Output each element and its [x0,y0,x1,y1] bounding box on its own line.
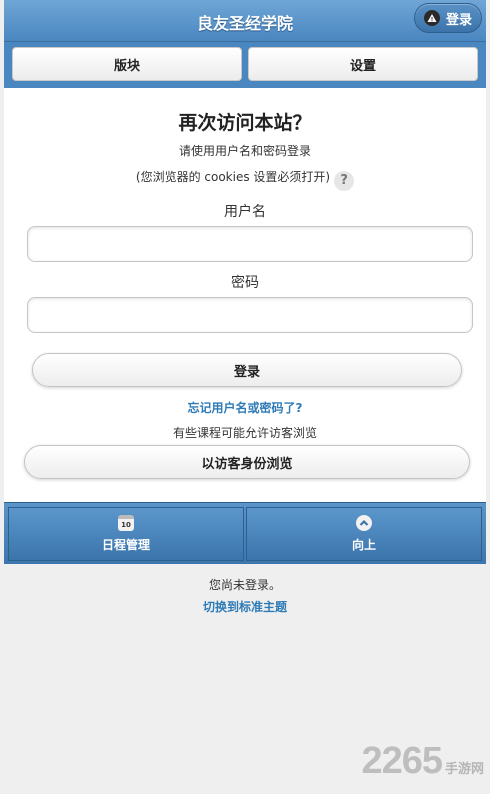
warning-icon [423,10,440,26]
chevron-up-icon [356,515,372,531]
scroll-up-button[interactable]: 向上 [246,507,482,561]
forgot-password-link[interactable]: 忘记用户名或密码了? [4,399,486,416]
watermark: 2265 手游网 [361,740,484,783]
header-login-label: 登录 [445,12,472,28]
switch-theme-link[interactable]: 切换到标准主题 [0,598,490,615]
footer-navbar: 10 日程管理 向上 [4,502,486,564]
top-navbar: 版块 设置 [4,42,486,88]
cookies-note-row: (您浏览器的 cookies 设置必须打开)? [4,168,486,191]
watermark-number: 2265 [361,740,443,782]
username-label: 用户名 [224,204,266,220]
calendar-label: 日程管理 [101,538,150,552]
password-label: 密码 [231,275,259,291]
cookies-note: (您浏览器的 cookies 设置必须打开) [135,170,331,184]
calendar-icon: 10 [118,515,134,531]
scroll-up-label: 向上 [351,538,376,552]
header-login-button[interactable]: 登录 [414,3,482,33]
watermark-suffix: 手游网 [444,762,484,777]
help-icon[interactable]: ? [334,171,355,191]
guest-access-note: 有些课程可能允许访客浏览 [172,426,317,440]
guest-login-button[interactable]: 以访客身份浏览 [24,445,470,479]
login-panel: 再次访问本站？ 请使用用户名和密码登录 (您浏览器的 cookies 设置必须打… [4,88,486,502]
username-input[interactable] [27,226,473,262]
settings-button[interactable]: 设置 [248,47,478,81]
login-instruction: 请使用用户名和密码登录 [178,144,311,158]
password-input[interactable] [27,297,473,333]
login-status: 您尚未登录。 [208,578,281,592]
blocks-button[interactable]: 版块 [12,47,242,81]
app-header: 良友圣经学院 登录 [4,0,486,42]
login-submit-button[interactable]: 登录 [32,353,462,387]
login-heading: 再次访问本站？ [178,112,312,134]
calendar-button[interactable]: 10 日程管理 [8,507,244,561]
